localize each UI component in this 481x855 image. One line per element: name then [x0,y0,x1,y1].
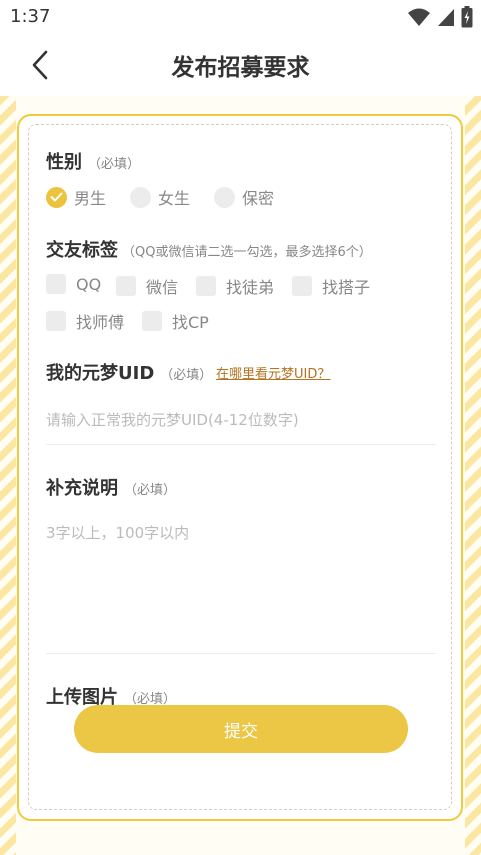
gender-option-label: 男生 [74,189,107,208]
tag-label: 找CP [172,313,209,332]
checkbox-unchecked-icon [292,276,312,296]
uid-required-hint: （必填） [160,368,213,383]
gender-option-label: 保密 [242,189,275,208]
checkbox-unchecked-icon [142,311,162,331]
tag-checkbox-find-buddy[interactable]: 找搭子 [292,274,370,298]
wifi-icon [408,8,430,26]
tag-label: 找师傅 [76,313,125,332]
gender-required-hint: （必填） [88,157,141,172]
tag-label: 找搭子 [322,278,371,297]
gender-option-label: 女生 [158,189,191,208]
tag-checkbox-find-master[interactable]: 找师傅 [46,309,124,333]
checkbox-unchecked-icon [196,276,216,296]
gender-section-title: 性别 （必填） [46,148,140,174]
divider [46,444,436,445]
uid-section-title: 我的元梦UID （必填） [46,359,212,385]
radio-unchecked-icon [214,186,236,208]
app-bar: 发布招募要求 [0,34,481,96]
gender-radio-group: 男生 女生 保密 [46,185,298,209]
radio-checked-icon [46,186,67,208]
status-time: 1:37 [10,6,51,27]
radio-unchecked-icon [130,186,152,208]
uid-input[interactable] [46,404,434,436]
tag-label: 找徒弟 [226,278,275,297]
divider [46,653,436,654]
uid-title: 我的元梦UID [46,363,155,384]
uid-help-link[interactable]: 在哪里看元梦UID？ [216,363,330,382]
battery-icon [461,6,473,28]
tag-label: 微信 [146,278,179,297]
gender-title: 性别 [46,152,82,173]
checkbox-unchecked-icon [116,276,136,296]
status-bar: 1:37 [0,0,481,34]
page-title: 发布招募要求 [171,55,310,81]
checkbox-unchecked-icon [46,311,66,331]
description-textarea[interactable] [46,522,434,642]
tag-label: QQ [76,274,102,294]
checkbox-unchecked-icon [46,274,66,294]
tag-checkbox-find-apprentice[interactable]: 找徒弟 [196,274,274,298]
tags-section-title: 交友标签 （QQ或微信请二选一勾选，最多选择6个） [46,236,372,262]
tags-title: 交友标签 [46,240,118,261]
signal-icon [438,9,454,26]
tag-checkbox-wechat[interactable]: 微信 [116,274,178,298]
gender-option-secret[interactable]: 保密 [214,185,274,209]
gender-option-male[interactable]: 男生 [46,185,106,209]
submit-button[interactable]: 提交 [74,705,408,753]
tag-checkbox-find-cp[interactable]: 找CP [142,309,209,333]
description-required-hint: （必填） [124,483,177,498]
tags-hint: （QQ或微信请二选一勾选，最多选择6个） [122,245,372,260]
status-icons [407,6,473,28]
tag-checkbox-qq[interactable]: QQ [46,274,101,294]
description-title: 补充说明 [46,478,118,499]
description-section-title: 补充说明 （必填） [46,474,176,500]
gender-option-female[interactable]: 女生 [130,185,190,209]
